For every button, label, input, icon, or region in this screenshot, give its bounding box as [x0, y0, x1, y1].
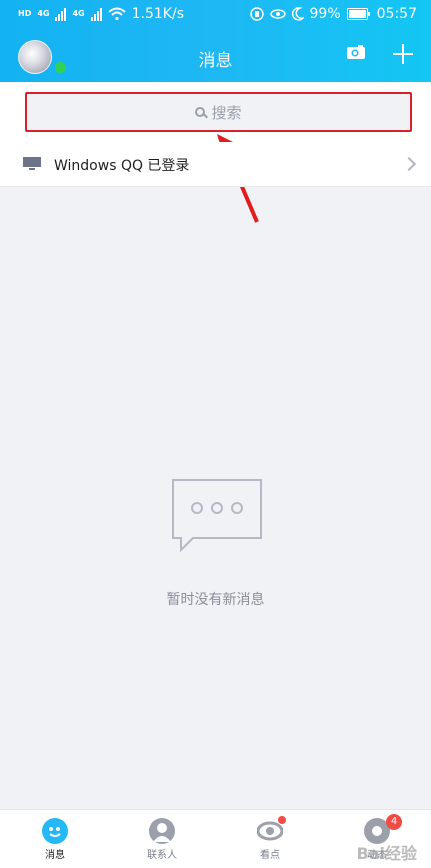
- signal-4g-label-2: 4G: [72, 9, 85, 18]
- pc-login-label: Windows QQ 已登录: [54, 158, 190, 174]
- monitor-icon: [23, 157, 41, 170]
- network-speed: 1.51K/s: [131, 6, 184, 22]
- empty-chat-icon: [172, 479, 262, 553]
- empty-state-text: 暂时没有新消息: [166, 592, 265, 608]
- message-icon: [42, 818, 68, 844]
- search-placeholder: 搜索: [211, 103, 242, 122]
- tab-watch-label: 看点: [260, 850, 280, 861]
- moments-badge: 4: [386, 814, 402, 830]
- signal-icon-2: [90, 7, 102, 21]
- tab-messages-label: 消息: [45, 850, 65, 861]
- add-plus-icon[interactable]: [393, 44, 413, 64]
- network-hd-label: HD: [18, 9, 32, 18]
- signal-icon-1: [55, 7, 67, 21]
- status-bar: HD 4G 4G 1.51K/s 99% 05:57: [0, 0, 431, 32]
- battery-percent: 99%: [309, 6, 341, 22]
- vibrate-icon: [249, 7, 264, 21]
- clock-time: 05:57: [376, 6, 417, 22]
- chevron-right-icon: [401, 156, 417, 172]
- status-right: 99% 05:57: [249, 6, 417, 22]
- moon-icon: [291, 7, 304, 21]
- watch-icon: [256, 816, 286, 844]
- header-nav: 消息: [0, 36, 431, 76]
- bottom-tab-bar: 消息 联系人 看点 4 动态 Bai经验: [0, 809, 431, 868]
- camera-icon[interactable]: [346, 44, 366, 60]
- notification-dot: [278, 816, 286, 824]
- tab-watch[interactable]: 看点: [240, 816, 300, 861]
- tab-messages[interactable]: 消息: [25, 818, 85, 861]
- watermark: Bai经验: [356, 844, 417, 863]
- pc-login-row[interactable]: Windows QQ 已登录: [0, 142, 431, 187]
- search-icon: [195, 107, 206, 117]
- wifi-icon: [107, 7, 126, 21]
- page-title: 消息: [198, 51, 233, 71]
- status-left: HD 4G 4G 1.51K/s: [18, 6, 184, 22]
- signal-4g-label-1: 4G: [37, 9, 50, 18]
- tab-contacts-label: 联系人: [147, 850, 177, 861]
- battery-icon: [346, 8, 370, 20]
- contacts-icon: [149, 818, 175, 844]
- top-bar: HD 4G 4G 1.51K/s 99% 05:57 消息: [0, 0, 431, 82]
- eye-icon: [269, 9, 286, 19]
- search-input[interactable]: 搜索: [25, 92, 412, 132]
- tab-contacts[interactable]: 联系人: [132, 818, 192, 861]
